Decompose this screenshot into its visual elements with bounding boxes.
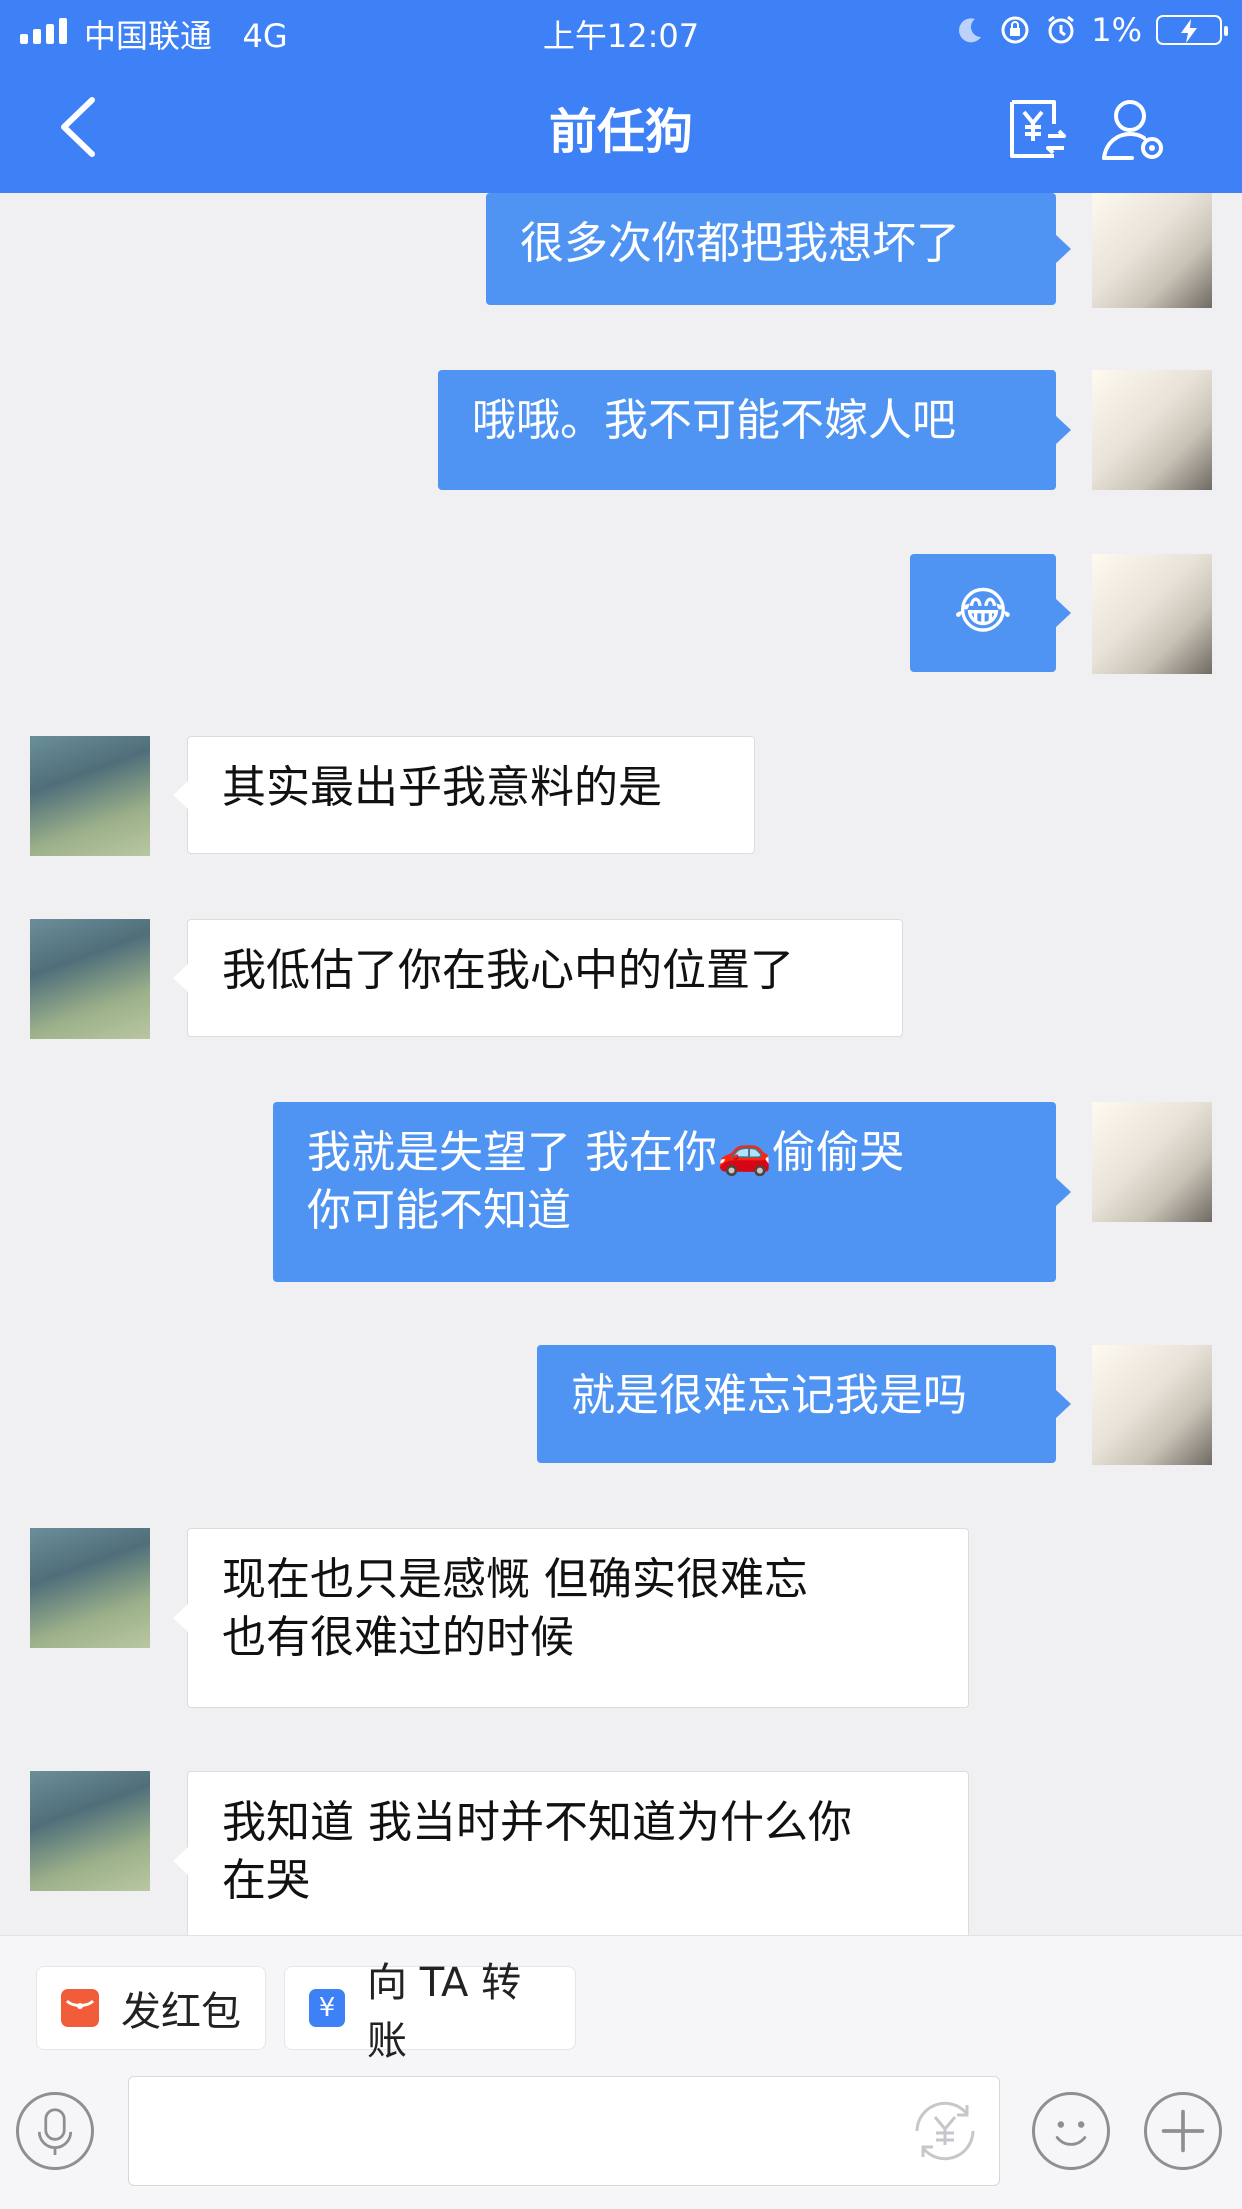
- transfer-icon[interactable]: [1002, 94, 1072, 164]
- message-bubble[interactable]: 😂: [910, 554, 1071, 672]
- avatar[interactable]: [30, 919, 150, 1039]
- red-packet-icon: [61, 1989, 99, 2027]
- top-bar: 中国联通 4G 上午12:07 1% 前任狗: [0, 0, 1242, 193]
- input-toolbar: 发红包 ¥ 向 TA 转账: [0, 1935, 1242, 2209]
- message-bubble[interactable]: 我就是失望了 我在你🚗偷偷哭 你可能不知道: [273, 1102, 1071, 1282]
- yuan-transfer-icon: ¥: [309, 1989, 346, 2027]
- message-text-line: 现在也只是感慨 但确实很难忘: [222, 1554, 808, 1605]
- avatar[interactable]: [30, 736, 150, 856]
- message-text-line: 你可能不知道: [307, 1185, 571, 1236]
- message-text: 哦哦。我不可能不嫁人吧: [472, 395, 956, 446]
- battery-icon: [1156, 15, 1228, 45]
- message-text-line: 我就是失望了 我在你🚗偷偷哭: [307, 1127, 904, 1178]
- message-list[interactable]: 很多次你都把我想坏了 哦哦。我不可能不嫁人吧 😂 其实最出乎我意料的是 我低估了…: [0, 193, 1242, 1935]
- message-text: 我低估了你在我心中的位置了: [222, 945, 794, 996]
- message-text: 就是很难忘记我是吗: [571, 1370, 967, 1421]
- alarm-icon: [1048, 15, 1075, 44]
- transfer-button[interactable]: ¥ 向 TA 转账: [284, 1960, 576, 2064]
- avatar[interactable]: [1092, 554, 1212, 674]
- plus-icon[interactable]: [1144, 2092, 1222, 2170]
- avatar[interactable]: [1092, 1345, 1212, 1465]
- status-bar: 中国联通 4G 上午12:07 1%: [0, 0, 1242, 62]
- nav-bar: 前任狗: [0, 62, 1242, 193]
- red-packet-label: 发红包: [121, 1989, 241, 2035]
- message-text: 很多次你都把我想坏了: [520, 218, 960, 269]
- avatar[interactable]: [1092, 193, 1212, 308]
- message-bubble[interactable]: 我低估了你在我心中的位置了: [173, 919, 903, 1037]
- emoji-icon[interactable]: [1032, 2092, 1110, 2170]
- message-bubble[interactable]: 哦哦。我不可能不嫁人吧: [438, 370, 1071, 490]
- microphone-icon[interactable]: [16, 2092, 94, 2170]
- laughing-emoji-icon: 😂: [953, 582, 1013, 640]
- transfer-label: 向 TA 转账: [367, 1960, 522, 2064]
- battery-percent: 1%: [1091, 11, 1142, 49]
- moon-icon: [959, 18, 982, 43]
- message-bubble[interactable]: 很多次你都把我想坏了: [486, 193, 1071, 305]
- avatar[interactable]: [30, 1771, 150, 1891]
- avatar[interactable]: [1092, 1102, 1212, 1222]
- message-text-line: 在哭: [222, 1855, 310, 1906]
- red-packet-button[interactable]: 发红包: [36, 1966, 266, 2050]
- status-right: 1%: [955, 11, 1228, 49]
- message-text: 其实最出乎我意料的是: [222, 762, 662, 813]
- message-bubble[interactable]: 我知道 我当时并不知道为什么你 在哭: [173, 1771, 969, 1935]
- message-bubble[interactable]: 其实最出乎我意料的是: [173, 736, 755, 854]
- message-text-line: 也有很难过的时候: [222, 1612, 574, 1663]
- input-row: [0, 2076, 1242, 2186]
- message-text-line: 我知道 我当时并不知道为什么你: [222, 1797, 852, 1848]
- message-bubble[interactable]: 现在也只是感慨 但确实很难忘 也有很难过的时候: [173, 1528, 969, 1708]
- profile-icon[interactable]: [1100, 94, 1170, 164]
- message-input[interactable]: [128, 2076, 1000, 2186]
- avatar[interactable]: [30, 1528, 150, 1648]
- message-bubble[interactable]: 就是很难忘记我是吗: [537, 1345, 1071, 1463]
- rotation-lock-icon: [1001, 16, 1029, 44]
- yuan-icon[interactable]: [909, 2095, 981, 2167]
- avatar[interactable]: [1092, 370, 1212, 490]
